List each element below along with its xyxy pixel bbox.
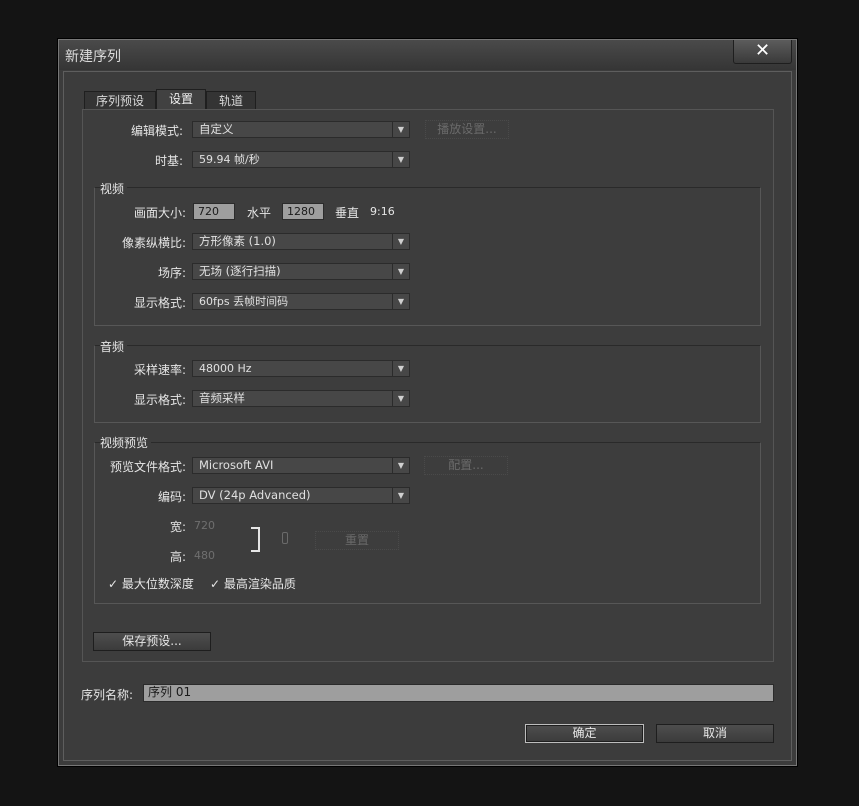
chevron-down-icon: ▼ xyxy=(392,458,409,473)
frame-height-field[interactable]: 1280 xyxy=(282,203,324,220)
video-display-format-value: 60fps 丢帧时间码 xyxy=(199,295,289,308)
tab-settings[interactable]: 设置 xyxy=(156,89,206,109)
frame-height-value: 1280 xyxy=(287,205,315,218)
preview-height-value[interactable]: 480 xyxy=(194,549,215,562)
configure-label: 配置... xyxy=(448,458,484,472)
preview-file-format-label: 预览文件格式: xyxy=(109,460,186,474)
max-render-quality-label: 最高渲染品质 xyxy=(223,577,296,591)
save-preset-button[interactable]: 保存预设... xyxy=(93,632,211,651)
pixel-aspect-value: 方形像素 (1.0) xyxy=(199,234,276,248)
edit-mode-label: 编辑模式: xyxy=(130,124,183,138)
max-bit-depth-checkbox[interactable]: ✓ 最大位数深度 xyxy=(108,575,194,592)
sample-rate-dropdown[interactable]: 48000 Hz ▼ xyxy=(192,360,410,377)
max-render-quality-checkbox[interactable]: ✓ 最高渲染品质 xyxy=(210,575,296,592)
play-settings-label: 播放设置... xyxy=(437,122,497,136)
audio-display-format-value: 音频采样 xyxy=(199,391,245,405)
close-button[interactable]: ✕ xyxy=(733,40,792,64)
fields-value: 无场 (逐行扫描) xyxy=(199,264,281,278)
chain-link-icon[interactable] xyxy=(282,532,288,544)
chevron-down-icon: ▼ xyxy=(392,122,409,137)
cancel-label: 取消 xyxy=(702,726,727,740)
tab-label: 设置 xyxy=(168,92,193,106)
reset-label: 重置 xyxy=(344,533,369,547)
preview-height-label: 高: xyxy=(169,550,186,564)
checkmark-icon: ✓ xyxy=(108,577,119,591)
preview-file-format-value: Microsoft AVI xyxy=(199,458,274,472)
frame-width-field[interactable]: 720 xyxy=(193,203,235,220)
chevron-down-icon: ▼ xyxy=(392,391,409,406)
max-bit-depth-label: 最大位数深度 xyxy=(121,577,194,591)
ok-button[interactable]: 确定 xyxy=(525,724,644,743)
vertical-label: 垂直 xyxy=(335,206,360,220)
title-bar[interactable]: 新建序列 ✕ xyxy=(59,40,796,70)
codec-value: DV (24p Advanced) xyxy=(199,488,311,502)
preview-width-value[interactable]: 720 xyxy=(194,519,215,532)
frame-width-value: 720 xyxy=(198,205,219,218)
chevron-down-icon: ▼ xyxy=(392,488,409,503)
sample-rate-value: 48000 Hz xyxy=(199,362,252,375)
reset-button[interactable]: 重置 xyxy=(315,531,399,550)
preview-file-format-dropdown[interactable]: Microsoft AVI ▼ xyxy=(192,457,410,474)
codec-dropdown[interactable]: DV (24p Advanced) ▼ xyxy=(192,487,410,504)
dialog-title: 新建序列 xyxy=(65,49,121,65)
timebase-label: 时基: xyxy=(154,154,183,168)
sequence-name-value: 序列 01 xyxy=(148,685,192,699)
fields-dropdown[interactable]: 无场 (逐行扫描) ▼ xyxy=(192,263,410,280)
video-group-title: 视频 xyxy=(100,180,128,197)
sample-rate-label: 采样速率: xyxy=(133,363,186,377)
configure-button[interactable]: 配置... xyxy=(424,456,508,475)
cancel-button[interactable]: 取消 xyxy=(656,724,774,743)
preview-width-label: 宽: xyxy=(169,520,186,534)
sequence-name-label: 序列名称: xyxy=(81,688,134,702)
edit-mode-dropdown[interactable]: 自定义 ▼ xyxy=(192,121,410,138)
aspect-ratio-text: 9:16 xyxy=(370,205,395,218)
tab-sequence-presets[interactable]: 序列预设 xyxy=(84,91,156,109)
tab-tracks[interactable]: 轨道 xyxy=(206,91,256,109)
chevron-down-icon: ▼ xyxy=(392,361,409,376)
video-display-format-label: 显示格式: xyxy=(133,296,186,310)
audio-group-title: 音频 xyxy=(100,338,128,355)
play-settings-button[interactable]: 播放设置... xyxy=(425,120,509,139)
close-icon: ✕ xyxy=(754,40,771,61)
link-bracket-icon xyxy=(251,527,260,552)
sequence-name-input[interactable]: 序列 01 xyxy=(143,684,774,702)
ok-label: 确定 xyxy=(572,726,597,740)
horizontal-label: 水平 xyxy=(247,206,272,220)
timebase-dropdown[interactable]: 59.94 帧/秒 ▼ xyxy=(192,151,410,168)
pixel-aspect-label: 像素纵横比: xyxy=(121,236,186,250)
audio-display-format-dropdown[interactable]: 音频采样 ▼ xyxy=(192,390,410,407)
timebase-value: 59.94 帧/秒 xyxy=(199,153,260,166)
codec-label: 编码: xyxy=(157,490,186,504)
audio-group xyxy=(94,345,761,423)
chevron-down-icon: ▼ xyxy=(392,294,409,309)
video-preview-group-title: 视频预览 xyxy=(100,434,152,451)
tab-label: 序列预设 xyxy=(95,94,144,108)
checkmark-icon: ✓ xyxy=(210,577,221,591)
edit-mode-value: 自定义 xyxy=(199,122,234,136)
chevron-down-icon: ▼ xyxy=(392,264,409,279)
video-display-format-dropdown[interactable]: 60fps 丢帧时间码 ▼ xyxy=(192,293,410,310)
pixel-aspect-dropdown[interactable]: 方形像素 (1.0) ▼ xyxy=(192,233,410,250)
chevron-down-icon: ▼ xyxy=(392,152,409,167)
chevron-down-icon: ▼ xyxy=(392,234,409,249)
fields-label: 场序: xyxy=(157,266,186,280)
audio-display-format-label: 显示格式: xyxy=(133,393,186,407)
frame-size-label: 画面大小: xyxy=(133,206,186,220)
tab-label: 轨道 xyxy=(218,94,243,108)
save-preset-label: 保存预设... xyxy=(122,634,182,648)
